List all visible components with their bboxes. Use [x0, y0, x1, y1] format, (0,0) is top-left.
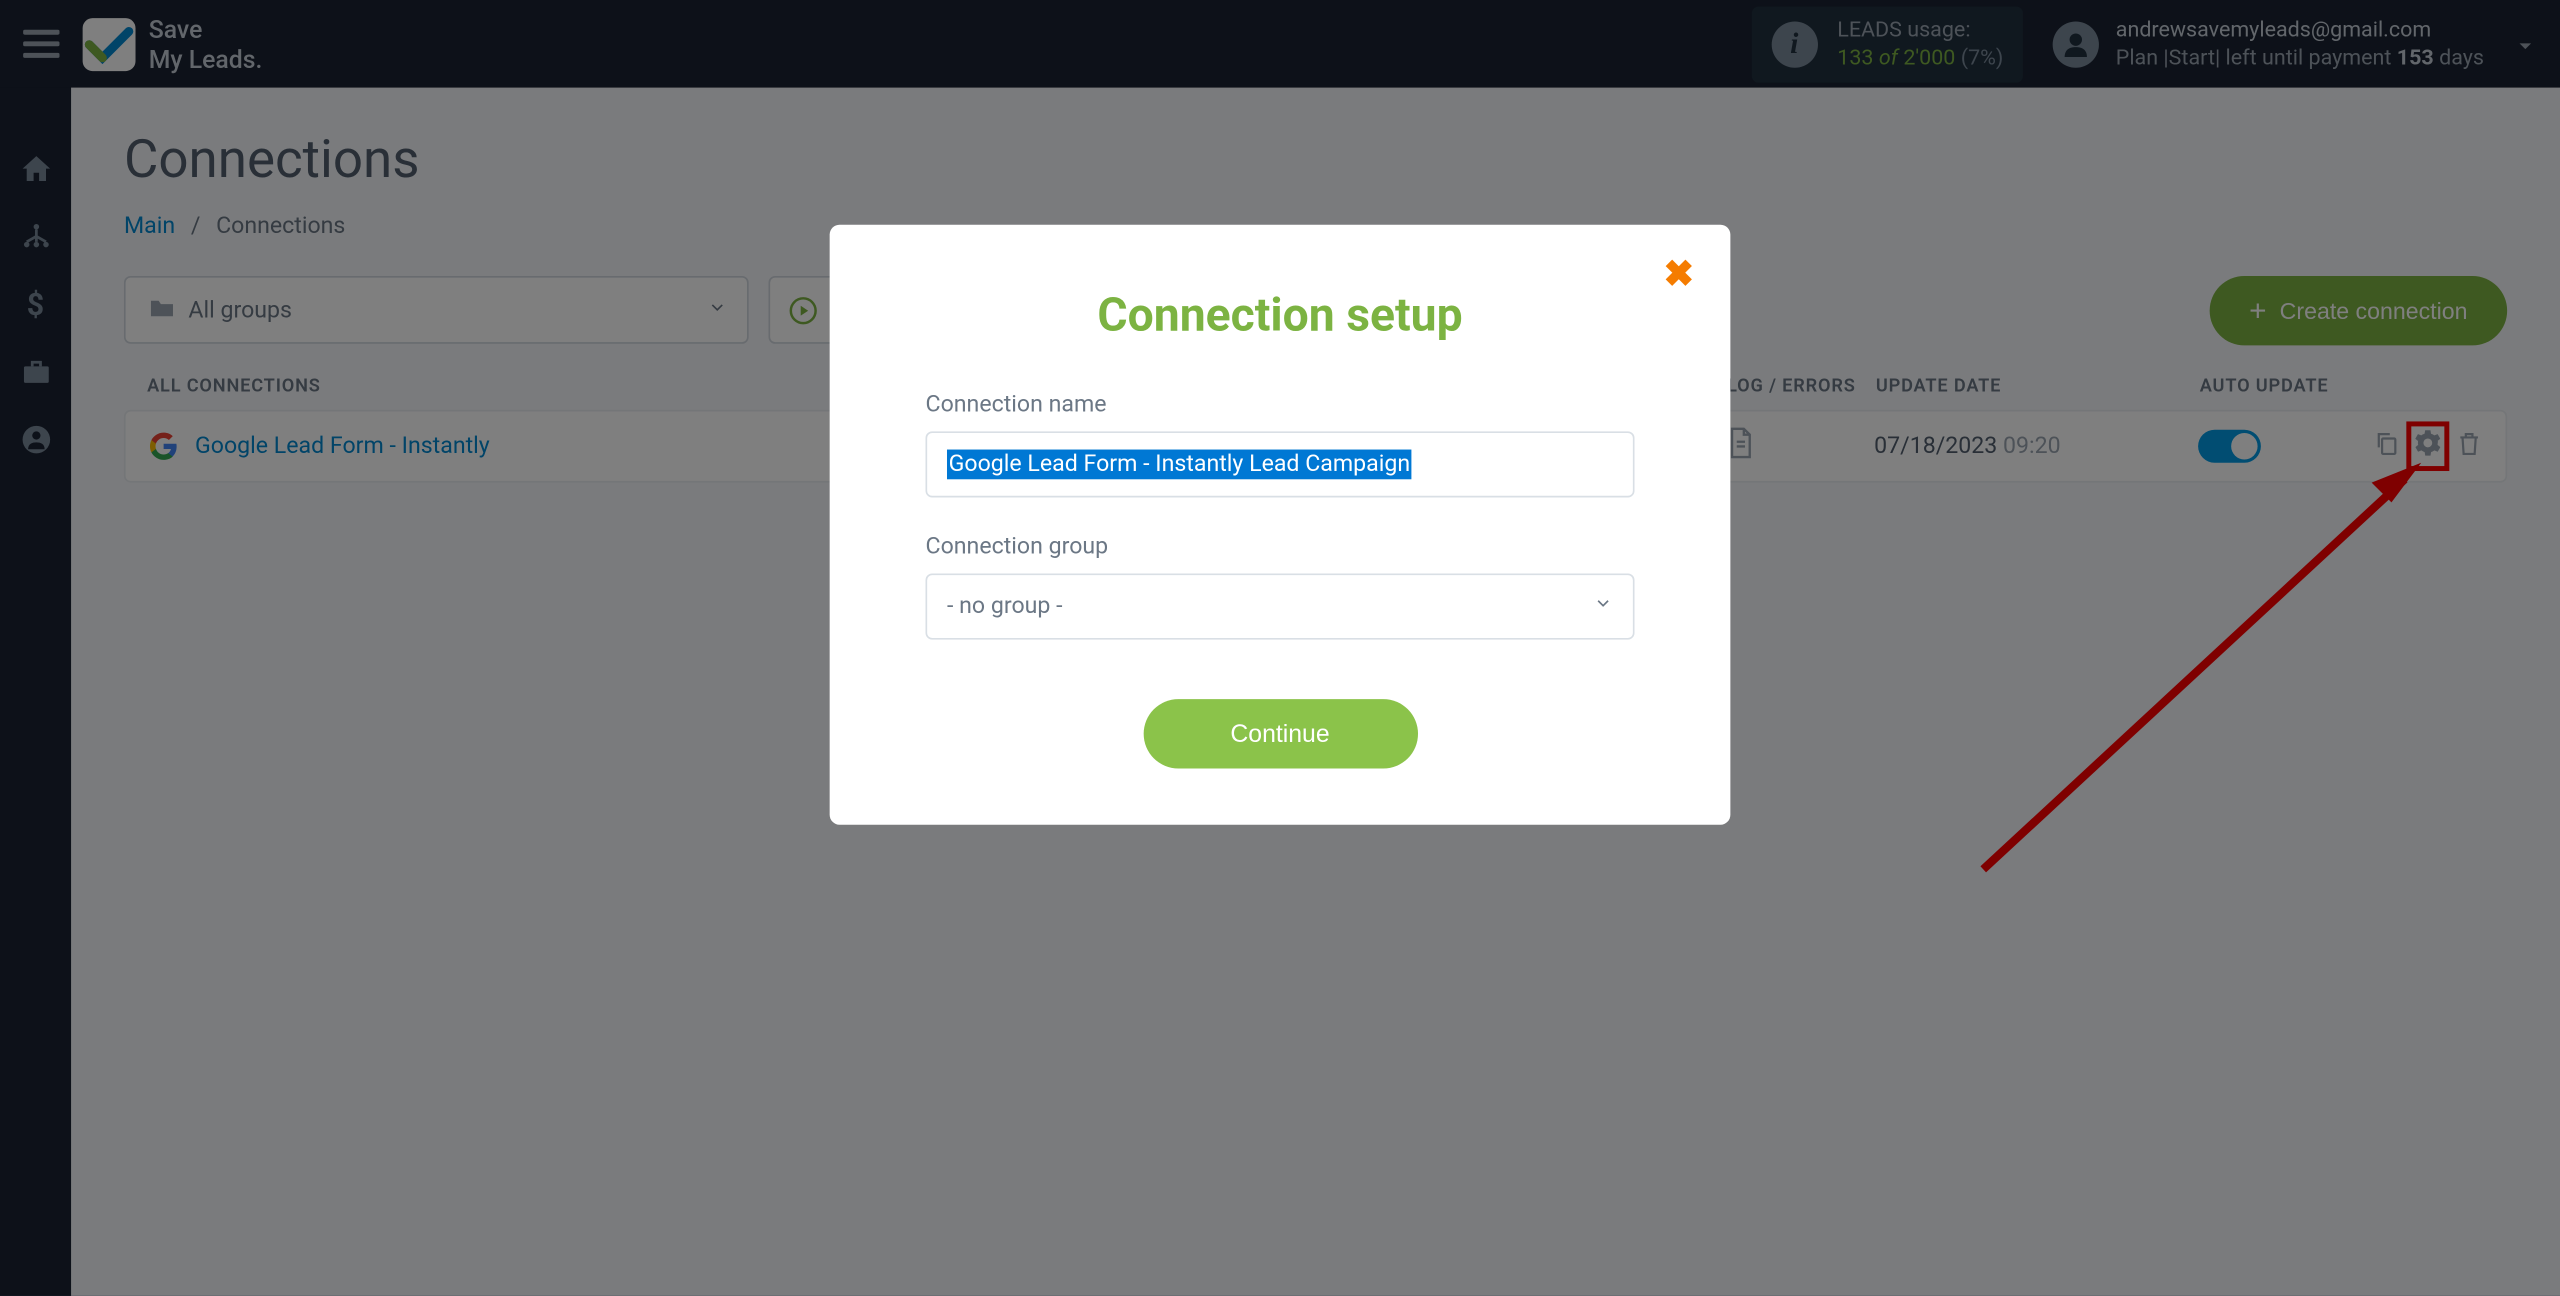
connection-setup-modal: ✖ Connection setup Connection name Googl…	[830, 225, 1731, 825]
modal-title: Connection setup	[926, 288, 1635, 343]
close-icon[interactable]: ✖	[1664, 255, 1694, 296]
connection-name-label: Connection name	[926, 392, 1635, 418]
connection-group-select[interactable]: - no group -	[926, 573, 1635, 639]
connection-group-label: Connection group	[926, 534, 1635, 560]
connection-name-input[interactable]: Google Lead Form - Instantly Lead Campai…	[926, 431, 1635, 497]
chevron-down-icon	[1593, 593, 1613, 619]
continue-button[interactable]: Continue	[1143, 699, 1417, 768]
